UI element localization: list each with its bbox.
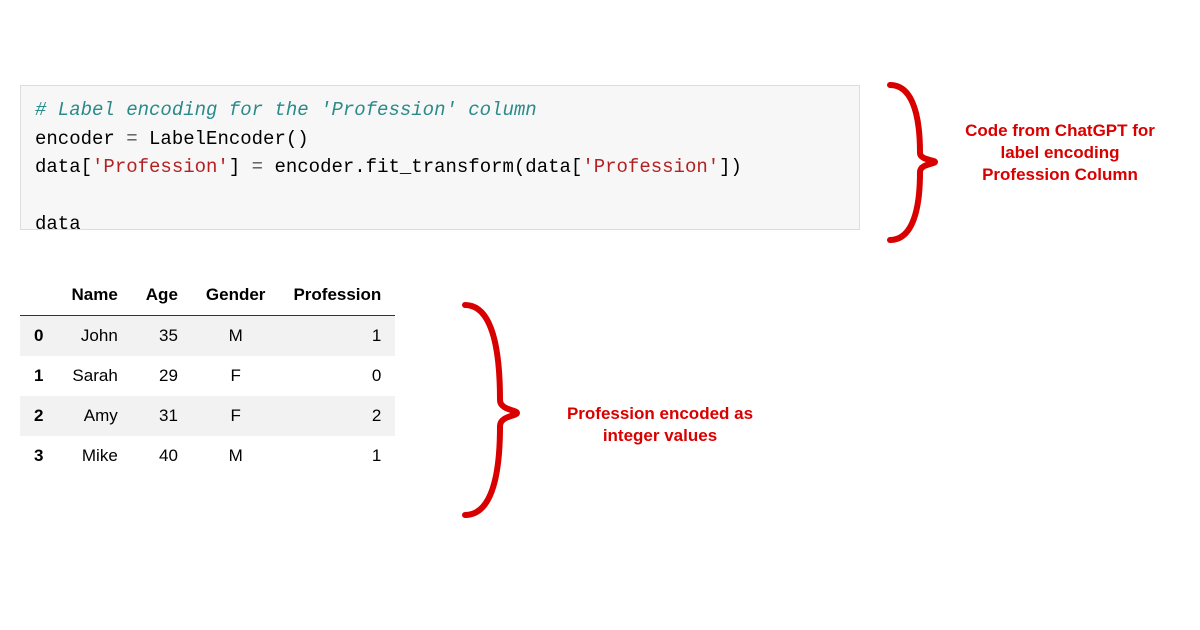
cell: M [192, 316, 280, 357]
table-header-row: Name Age Gender Profession [20, 275, 395, 316]
code-annotation: Code from ChatGPT for label encoding Pro… [955, 120, 1165, 186]
cell: John [57, 316, 131, 357]
cell: 40 [132, 436, 192, 476]
row-index: 2 [20, 396, 57, 436]
cell: F [192, 356, 280, 396]
row-index: 1 [20, 356, 57, 396]
code-line: data [35, 213, 81, 235]
cell: 29 [132, 356, 192, 396]
table-row: 3 Mike 40 M 1 [20, 436, 395, 476]
cell: M [192, 436, 280, 476]
index-header [20, 275, 57, 316]
table-row: 0 John 35 M 1 [20, 316, 395, 357]
brace-icon [880, 75, 950, 250]
table-row: 2 Amy 31 F 2 [20, 396, 395, 436]
table-annotation: Profession encoded as integer values [540, 403, 780, 447]
row-index: 0 [20, 316, 57, 357]
col-header: Name [57, 275, 131, 316]
code-line: encoder = LabelEncoder() [35, 128, 309, 150]
cell: Amy [57, 396, 131, 436]
cell: F [192, 396, 280, 436]
col-header: Gender [192, 275, 280, 316]
cell: Mike [57, 436, 131, 476]
brace-icon [455, 295, 535, 525]
cell: 31 [132, 396, 192, 436]
col-header: Age [132, 275, 192, 316]
cell: 1 [279, 436, 395, 476]
cell: 0 [279, 356, 395, 396]
dataframe-output: Name Age Gender Profession 0 John 35 M 1… [20, 275, 395, 476]
code-line: data['Profession'] = encoder.fit_transfo… [35, 156, 742, 178]
col-header: Profession [279, 275, 395, 316]
cell: 2 [279, 396, 395, 436]
code-cell: # Label encoding for the 'Profession' co… [20, 85, 860, 230]
cell: 1 [279, 316, 395, 357]
dataframe-table: Name Age Gender Profession 0 John 35 M 1… [20, 275, 395, 476]
cell: 35 [132, 316, 192, 357]
cell: Sarah [57, 356, 131, 396]
table-row: 1 Sarah 29 F 0 [20, 356, 395, 396]
code-comment: # Label encoding for the 'Profession' co… [35, 99, 537, 121]
row-index: 3 [20, 436, 57, 476]
